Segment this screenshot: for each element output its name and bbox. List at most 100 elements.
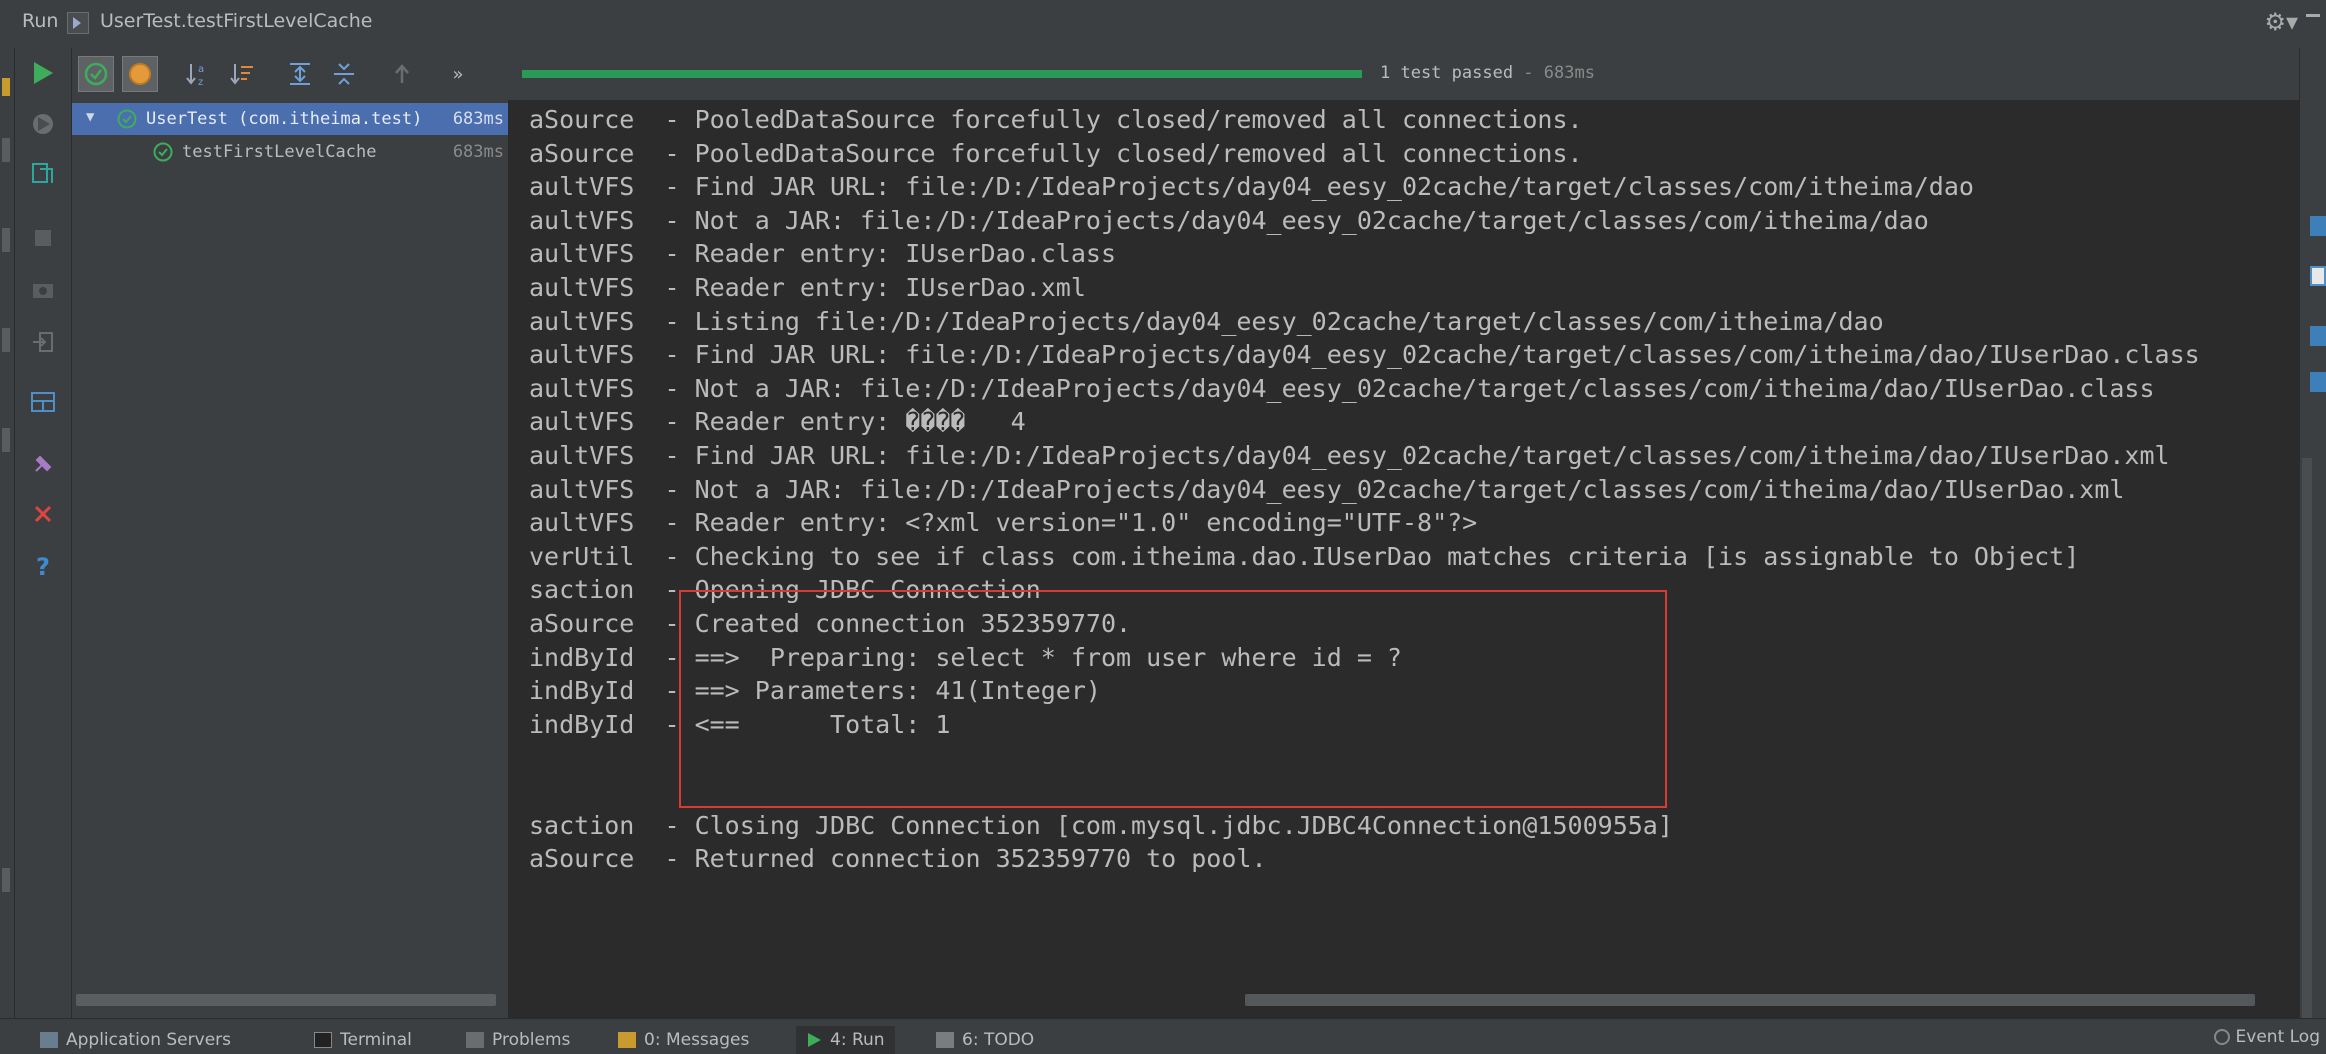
tool-tab-icon[interactable]	[2, 328, 10, 352]
show-passed-button[interactable]	[78, 56, 114, 92]
tab-application-servers[interactable]: Application Servers	[40, 1026, 231, 1054]
servers-icon	[40, 1032, 58, 1048]
console-line: aultVFS - Find JAR URL: file:/D:/IdeaPro…	[529, 441, 2170, 470]
scroll-to-end-icon[interactable]	[2310, 266, 2326, 286]
sort-alpha-icon: az	[186, 64, 204, 88]
console-line: aSource - PooledDataSource forcefully cl…	[529, 105, 1583, 134]
tab-label: Terminal	[340, 1030, 412, 1050]
console-line: saction - Closing JDBC Connection [com.m…	[529, 810, 1673, 840]
sort-duration-button[interactable]	[224, 56, 260, 92]
console-line: aultVFS - Listing file:/D:/IdeaProjects/…	[529, 306, 1884, 336]
show-ignored-button[interactable]	[122, 56, 158, 92]
hide-panel-icon[interactable]	[2306, 14, 2320, 17]
clear-all-icon[interactable]	[2310, 372, 2326, 392]
stop-icon	[35, 230, 51, 246]
toggle-autotest-button[interactable]	[27, 158, 59, 190]
tab-problems[interactable]: Problems	[466, 1026, 570, 1054]
console-line: aultVFS - Not a JAR: file:/D:/IdeaProjec…	[529, 205, 1929, 235]
todo-icon	[936, 1032, 954, 1048]
tab-todo[interactable]: 6: TODO	[936, 1026, 1034, 1054]
event-log-button[interactable]: Event Log	[2214, 1027, 2320, 1047]
test-status-count: 1 test passed	[1380, 63, 1514, 83]
tree-item-duration: 683ms	[452, 109, 504, 129]
console-horizontal-scrollbar[interactable]	[1245, 994, 2255, 1006]
console-line: aultVFS - Not a JAR: file:/D:/IdeaProjec…	[529, 474, 2125, 504]
tool-window-bar: Application Servers Terminal Problems 0:…	[0, 1018, 2326, 1054]
event-log-label: Event Log	[2235, 1027, 2320, 1047]
tab-messages[interactable]: 0: Messages	[618, 1026, 749, 1054]
test-toolbar: az » 1 test passed - 683ms	[72, 48, 2326, 100]
left-tool-strip	[0, 48, 15, 1018]
collapse-all-icon	[334, 63, 354, 85]
autotest-icon	[32, 163, 53, 183]
rerun-icon	[33, 114, 53, 134]
tab-run[interactable]: 4: Run	[796, 1026, 895, 1054]
print-icon[interactable]	[2310, 326, 2326, 346]
test-progress-bar	[522, 70, 1362, 78]
tool-tab-icon[interactable]	[2, 868, 10, 892]
favorites-marker-icon[interactable]	[2, 78, 10, 96]
passed-check-icon	[84, 62, 108, 86]
tree-item-suite[interactable]: ▼ UserTest (com.itheima.test) 683ms	[72, 103, 508, 135]
exit-button[interactable]	[27, 326, 59, 358]
console-line: aultVFS - Reader entry: IUserDao.xml	[529, 273, 1086, 302]
tab-terminal[interactable]: Terminal	[314, 1026, 412, 1054]
console-line: aultVFS - Find JAR URL: file:/D:/IdeaPro…	[529, 172, 1974, 202]
svg-text:a: a	[198, 64, 204, 75]
test-status-duration: - 683ms	[1513, 63, 1595, 83]
test-status: 1 test passed - 683ms	[1380, 63, 1595, 83]
dump-threads-button[interactable]	[27, 274, 59, 306]
run-window-label: Run	[22, 10, 59, 32]
tab-label: Problems	[492, 1030, 571, 1050]
previous-failed-button[interactable]	[384, 56, 420, 92]
tree-item-test[interactable]: testFirstLevelCache 683ms	[72, 136, 508, 168]
svg-text:z: z	[198, 77, 203, 88]
close-icon	[34, 505, 52, 523]
stop-button[interactable]	[27, 222, 59, 254]
run-config-icon	[67, 12, 89, 34]
structure-tab-icon[interactable]	[2, 138, 10, 162]
console-line: aultVFS - Find JAR URL: file:/D:/IdeaPro…	[529, 340, 2200, 370]
help-button[interactable]: ?	[27, 550, 59, 582]
settings-gear-icon[interactable]: ⚙▾	[2264, 8, 2298, 36]
annotation-highlight-box	[679, 590, 1667, 808]
svg-text:?: ?	[36, 553, 50, 579]
expand-all-button[interactable]	[282, 56, 318, 92]
restore-layout-button[interactable]	[27, 386, 59, 418]
tab-label: 4: Run	[830, 1030, 885, 1050]
expand-arrow-icon[interactable]: ▼	[86, 109, 94, 125]
rerun-button[interactable]	[27, 57, 59, 89]
sort-alpha-button[interactable]: az	[180, 56, 216, 92]
more-actions-button[interactable]: »	[440, 56, 476, 92]
passed-check-icon	[117, 109, 137, 129]
tree-item-label: testFirstLevelCache	[182, 142, 377, 162]
project-tab-icon[interactable]	[2, 228, 10, 252]
close-button[interactable]	[27, 498, 59, 530]
run-config-name[interactable]: UserTest.testFirstLevelCache	[100, 10, 372, 32]
soft-wrap-icon[interactable]	[2310, 216, 2326, 236]
exit-icon	[33, 332, 53, 352]
right-tool-strip	[2299, 48, 2326, 1018]
tree-item-label: UserTest (com.itheima.test)	[146, 109, 423, 129]
terminal-icon	[314, 1032, 332, 1048]
tool-tab-icon[interactable]	[2, 428, 10, 452]
console-vertical-scrollbar[interactable]	[2302, 458, 2312, 1018]
arrow-up-icon	[395, 64, 409, 83]
layout-icon	[31, 392, 55, 412]
console-line: verUtil - Checking to see if class com.i…	[529, 541, 2080, 571]
pin-tab-button[interactable]	[27, 448, 59, 480]
problems-icon	[466, 1032, 484, 1048]
console-line: aSource - PooledDataSource forcefully cl…	[529, 138, 1583, 168]
sort-duration-icon	[230, 64, 253, 85]
tree-horizontal-scrollbar[interactable]	[76, 994, 496, 1006]
collapse-all-button[interactable]	[326, 56, 362, 92]
rerun-failed-button[interactable]	[27, 108, 59, 140]
pin-icon	[35, 455, 52, 472]
console-line: aSource - Returned connection 352359770 …	[529, 844, 1267, 874]
tab-label: 6: TODO	[962, 1030, 1035, 1050]
console-output[interactable]: aSource - PooledDataSource forcefully cl…	[509, 100, 2299, 1018]
passed-check-icon	[153, 142, 173, 162]
console-line: aultVFS - Not a JAR: file:/D:/IdeaProjec…	[529, 373, 2155, 403]
test-progress-fill	[522, 70, 1362, 78]
tab-label: Application Servers	[66, 1030, 231, 1050]
